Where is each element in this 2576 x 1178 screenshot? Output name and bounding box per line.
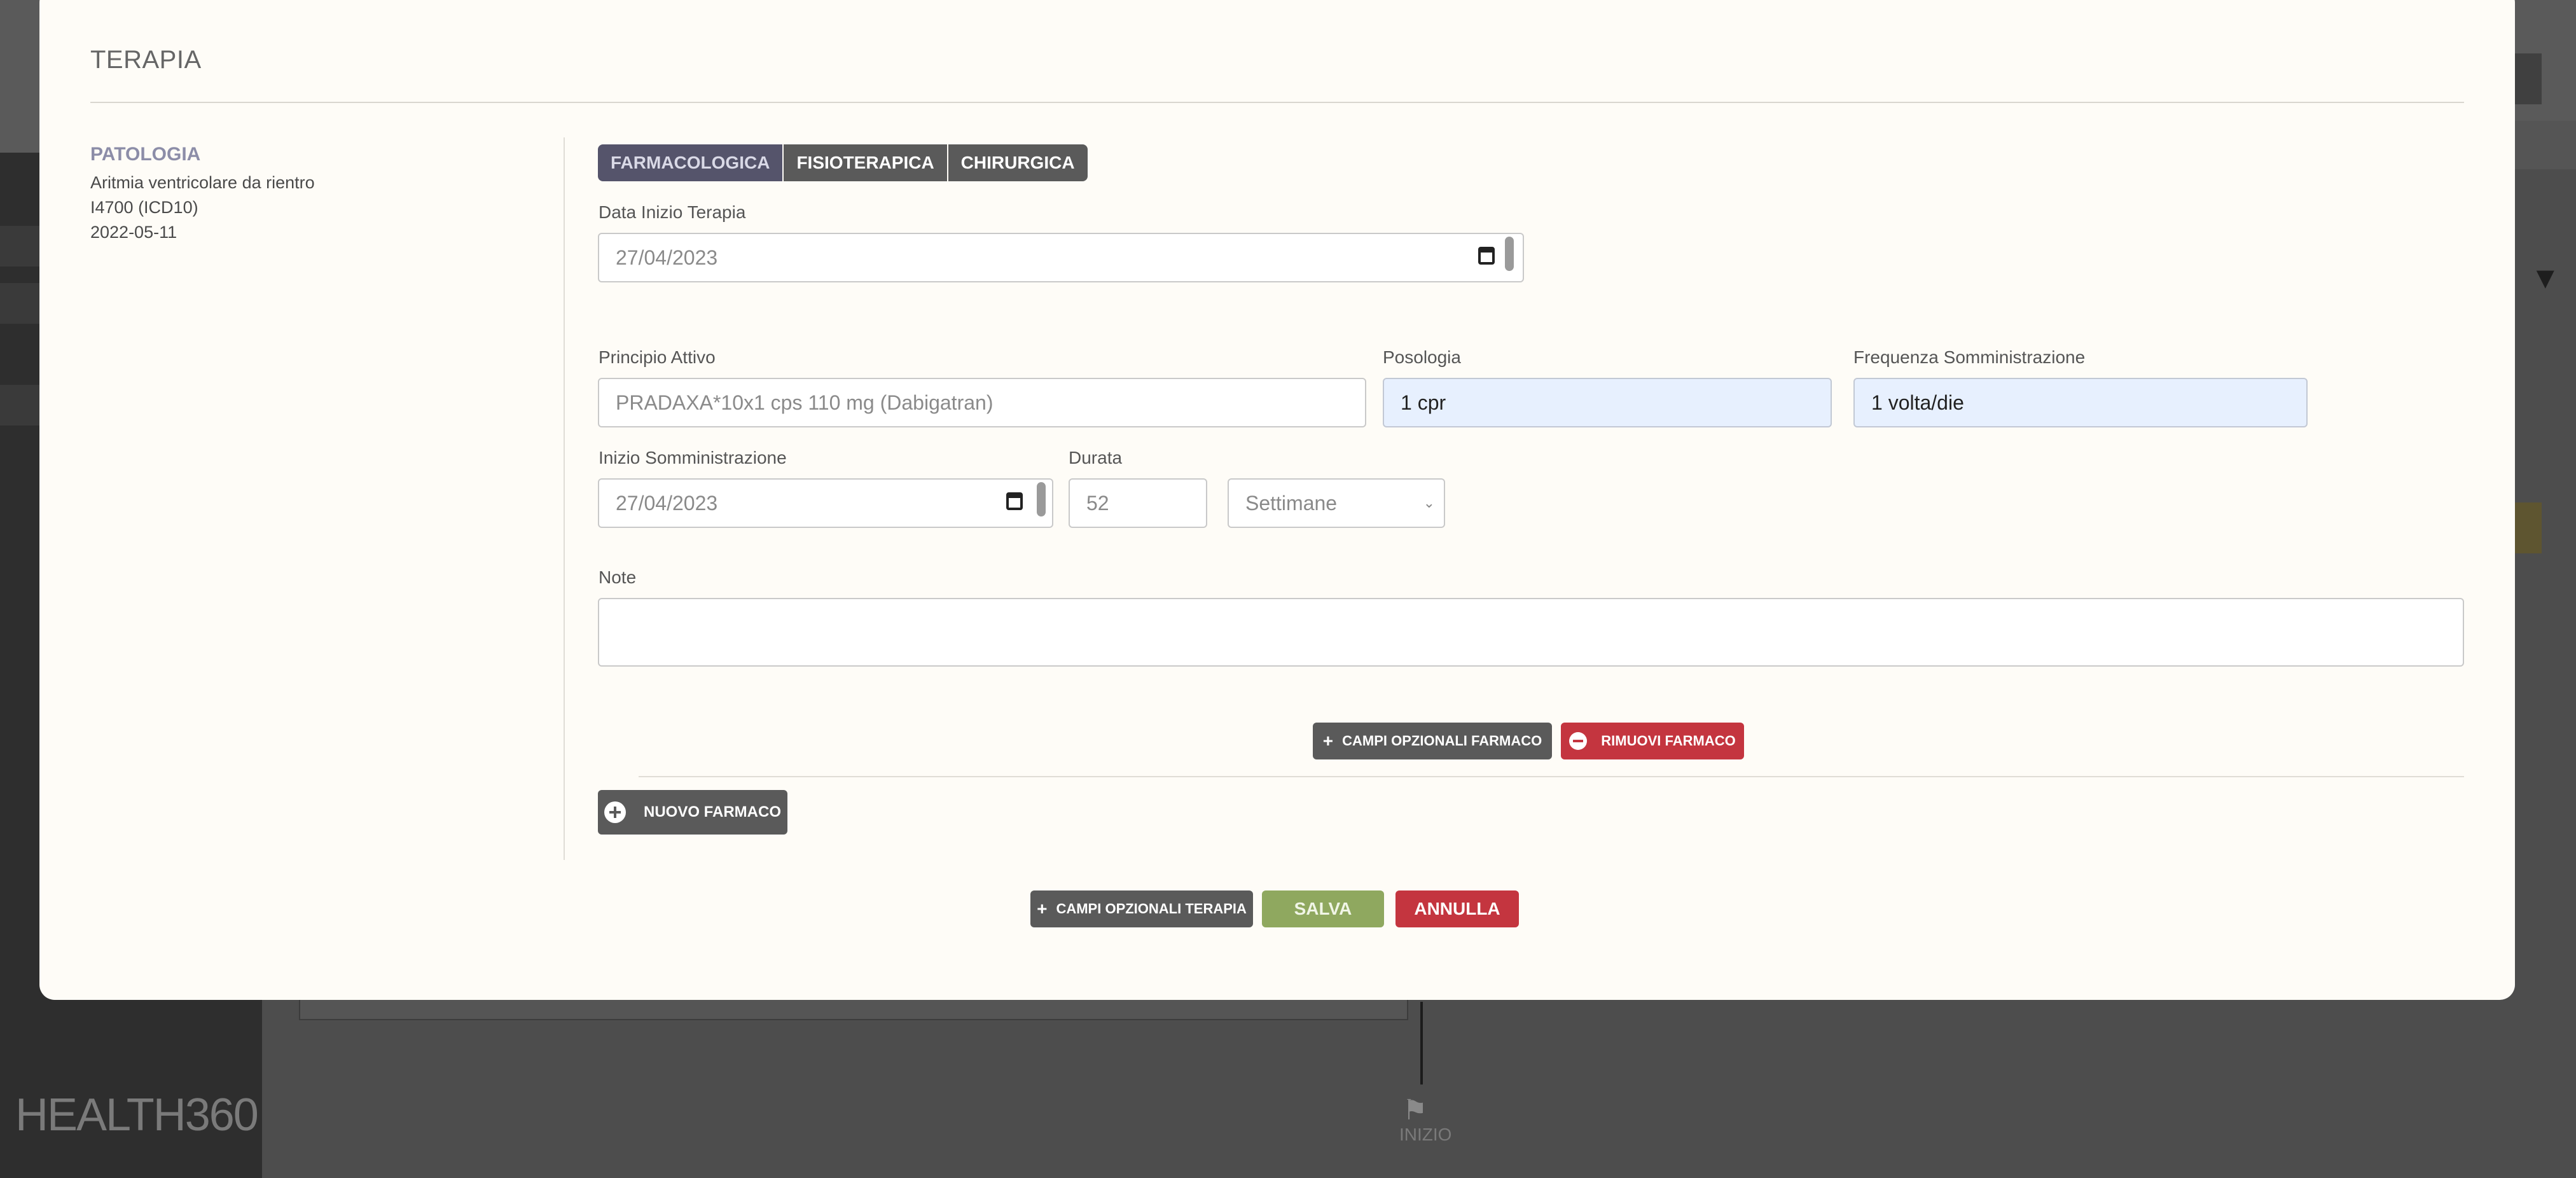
column-divider <box>564 137 565 860</box>
durata-label: Durata <box>1069 448 1123 468</box>
therapy-type-tabs: FARMACOLOGICA FISIOTERAPICA CHIRURGICA <box>598 144 1088 181</box>
chevron-down-icon: ⌄ <box>1423 495 1435 511</box>
durata-field[interactable]: 52 <box>1069 478 1207 528</box>
modal-title: TERAPIA <box>90 46 202 74</box>
patologia-date: 2022-05-11 <box>90 223 177 242</box>
flag-icon: ⚑ <box>1402 1095 1428 1126</box>
posologia-label: Posologia <box>1383 347 1461 367</box>
nuovo-farmaco-button[interactable]: NUOVO FARMACO <box>598 790 787 835</box>
nuovo-farmaco-label: NUOVO FARMACO <box>644 803 781 821</box>
patologia-name: Aritmia ventricolare da rientro <box>90 173 315 192</box>
rimuovi-farmaco-button[interactable]: RIMUOVI FARMACO <box>1561 723 1744 759</box>
campi-opzionali-terapia-button[interactable]: + CAMPI OPZIONALI TERAPIA <box>1030 890 1253 927</box>
frequenza-value: 1 volta/die <box>1871 391 1964 414</box>
calendar-icon[interactable] <box>1006 492 1023 510</box>
plus-icon: + <box>1037 899 1048 918</box>
app-logo: HEALTH360 <box>15 1090 259 1140</box>
data-inizio-value: 27/04/2023 <box>616 246 718 269</box>
frequenza-field[interactable]: 1 volta/die <box>1853 378 2308 427</box>
data-inizio-field[interactable]: 27/04/2023 <box>598 233 1524 282</box>
filter-icon: ▼ <box>2530 261 2561 295</box>
campi-opzionali-farmaco-button[interactable]: + CAMPI OPZIONALI FARMACO <box>1313 723 1552 759</box>
rimuovi-farmaco-label: RIMUOVI FARMACO <box>1601 733 1736 749</box>
patologia-code: I4700 (ICD10) <box>90 198 198 217</box>
plus-circle-icon <box>604 801 626 823</box>
frequenza-label: Frequenza Somministrazione <box>1853 347 2086 367</box>
data-inizio-label: Data Inizio Terapia <box>599 202 746 222</box>
timeline-start-label: INIZIO <box>1399 1125 1452 1144</box>
principio-attivo-value: PRADAXA*10x1 cps 110 mg (Dabigatran) <box>616 391 994 414</box>
inizio-somministrazione-value: 27/04/2023 <box>616 491 718 515</box>
tab-chirurgica[interactable]: CHIRURGICA <box>948 144 1088 181</box>
note-label: Note <box>599 567 637 587</box>
header-divider <box>90 102 2464 103</box>
durata-value: 52 <box>1086 491 1109 515</box>
scrollbar-thumb[interactable] <box>1505 237 1514 271</box>
terapia-modal: TERAPIA PATOLOGIA Aritmia ventricolare d… <box>39 0 2515 1000</box>
campi-opzionali-farmaco-label: CAMPI OPZIONALI FARMACO <box>1342 733 1542 749</box>
posologia-field[interactable]: 1 cpr <box>1383 378 1832 427</box>
inizio-somministrazione-field[interactable]: 27/04/2023 <box>598 478 1053 528</box>
durata-unit-select[interactable]: Settimane ⌄ <box>1228 478 1445 528</box>
annulla-button[interactable]: ANNULLA <box>1395 890 1519 927</box>
salva-button[interactable]: SALVA <box>1262 890 1384 927</box>
inizio-somministrazione-label: Inizio Somministrazione <box>599 448 787 468</box>
tab-fisioterapica[interactable]: FISIOTERAPICA <box>784 144 948 181</box>
campi-opzionali-terapia-label: CAMPI OPZIONALI TERAPIA <box>1056 901 1247 917</box>
plus-icon: + <box>1322 731 1334 751</box>
timeline-line <box>1420 1002 1423 1084</box>
scrollbar-thumb[interactable] <box>1037 482 1046 516</box>
app-dropdown <box>2512 121 2576 169</box>
principio-attivo-label: Principio Attivo <box>599 347 716 367</box>
principio-attivo-field[interactable]: PRADAXA*10x1 cps 110 mg (Dabigatran) <box>598 378 1366 427</box>
minus-circle-icon <box>1569 732 1588 750</box>
tab-farmacologica[interactable]: FARMACOLOGICA <box>598 144 784 181</box>
durata-unit-value: Settimane <box>1245 491 1338 515</box>
note-textarea[interactable] <box>598 598 2464 667</box>
posologia-value: 1 cpr <box>1401 391 1446 414</box>
calendar-icon[interactable] <box>1478 247 1495 265</box>
patologia-heading: PATOLOGIA <box>90 144 201 165</box>
farmaco-divider <box>639 776 2464 777</box>
